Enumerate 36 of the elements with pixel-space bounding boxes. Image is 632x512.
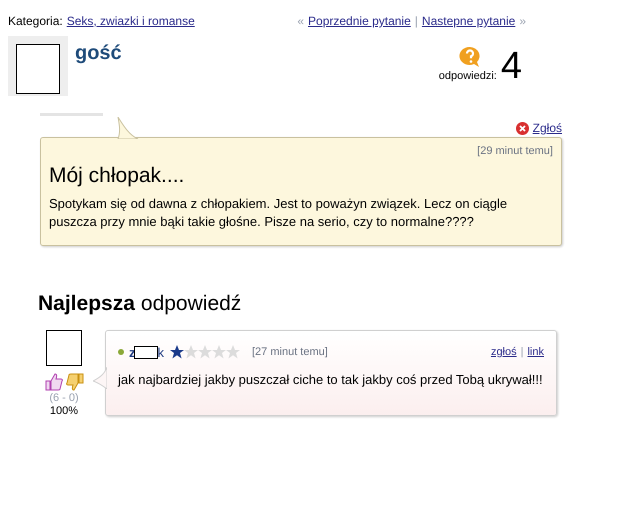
category-label: Kategoria: bbox=[8, 13, 63, 30]
heading-bold: Najlepsza bbox=[38, 291, 135, 317]
star-icon bbox=[170, 345, 184, 360]
answers-label: odpowiedzi: bbox=[438, 69, 497, 84]
username-end: k bbox=[158, 344, 164, 362]
next-question-link[interactable]: Nastepne pytanie bbox=[422, 12, 516, 30]
answer-text: jak najbardziej jakby puszczał ciche to tak jakby coś przed Tobą ukrywał!!! bbox=[118, 371, 544, 389]
separator: | bbox=[520, 345, 524, 360]
star-icon bbox=[226, 345, 240, 360]
close-icon bbox=[516, 122, 529, 134]
next-mark: » bbox=[519, 13, 526, 30]
report-link[interactable]: Zgłoś bbox=[532, 119, 562, 137]
redaction-box bbox=[134, 346, 158, 359]
report-link[interactable]: zgłoś bbox=[490, 344, 517, 360]
thumbs-down-icon[interactable] bbox=[66, 372, 84, 390]
star-icon bbox=[212, 345, 226, 360]
author-name: gość bbox=[75, 41, 122, 66]
avatar bbox=[16, 44, 60, 94]
star-icon bbox=[184, 345, 198, 360]
question-title: Mój chłopak.... bbox=[49, 162, 186, 188]
answers-count: 4 bbox=[500, 46, 522, 84]
thumbs-up-icon[interactable] bbox=[44, 372, 62, 390]
timestamp: [27 minut temu] bbox=[252, 345, 328, 360]
vote-count: (6 - 0) bbox=[49, 392, 79, 404]
timestamp: [29 minut temu] bbox=[476, 144, 553, 159]
permalink[interactable]: link bbox=[527, 344, 544, 360]
heading-text: odpowiedź bbox=[140, 291, 242, 317]
avatar bbox=[46, 330, 82, 366]
question-text: Spotykam się od dawna z chłopakiem. Jest to poważyn związek. Lecz on ciągle puszcza przy mnie bąki takie głośne. Pisze na serio, czy to normalne???? bbox=[49, 195, 508, 231]
vote-percent: 100% bbox=[50, 404, 78, 418]
separator: | bbox=[414, 13, 418, 30]
star-icon bbox=[198, 345, 212, 360]
question-bubble-icon bbox=[458, 46, 481, 68]
previous-mark: « bbox=[297, 13, 304, 30]
category-link[interactable]: Seks, zwiazki i romanse bbox=[66, 12, 195, 30]
previous-question-link[interactable]: Poprzednie pytanie bbox=[308, 12, 411, 30]
